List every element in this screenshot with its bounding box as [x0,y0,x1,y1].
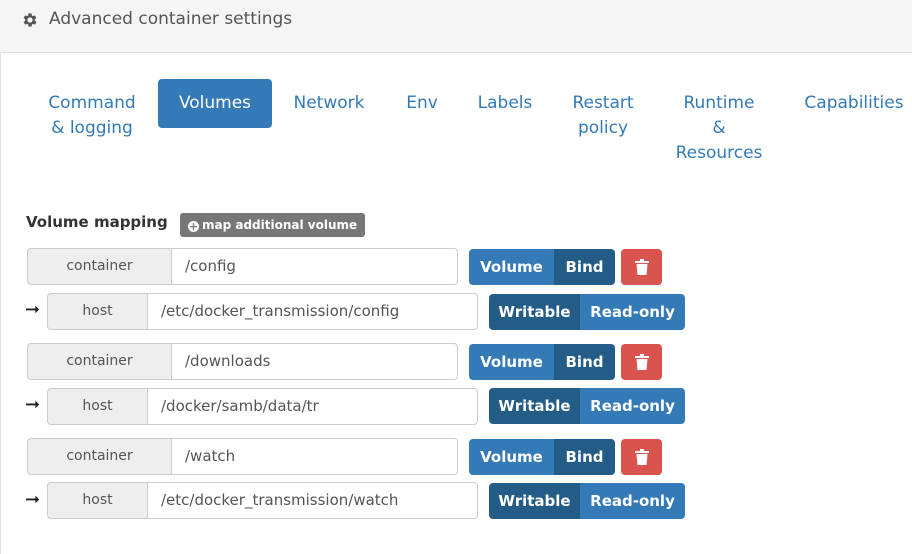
volume-type-button[interactable]: Volume [469,439,554,475]
volume-type-button[interactable]: Volume [469,249,554,285]
panel-header: Advanced container settings [0,0,912,53]
trash-icon [634,354,649,370]
tab-network[interactable]: Network [282,91,376,116]
host-label: host [47,293,148,330]
host-label: host [47,388,148,425]
writable-mode-button[interactable]: Writable [489,388,580,424]
delete-volume-button[interactable] [621,249,662,285]
bind-type-button[interactable]: Bind [554,249,615,285]
trash-icon [634,259,649,275]
container-label: container [27,343,172,380]
tab-command-logging[interactable]: Command & logging [36,91,148,141]
bind-type-button[interactable]: Bind [554,439,615,475]
map-additional-volume-button[interactable]: + map additional volume [180,213,365,237]
host-path-input[interactable]: /etc/docker_transmission/watch [148,482,478,519]
read-only-mode-button[interactable]: Read-only [580,294,685,330]
tab-restart-policy[interactable]: Restart policy [560,91,646,141]
tab-runtime-resources[interactable]: Runtime & Resources [664,91,774,166]
container-label: container [27,438,172,475]
tab-capabilities[interactable]: Capabilities [796,91,912,116]
container-path-input[interactable]: /watch [172,438,458,475]
container-path-input[interactable]: /downloads [172,343,458,380]
arrow-right-icon: ➞ [25,394,41,415]
host-path-input[interactable]: /etc/docker_transmission/config [148,293,478,330]
tab-env[interactable]: Env [396,91,448,116]
host-label: host [47,482,148,519]
bind-type-button[interactable]: Bind [554,344,615,380]
writable-mode-button[interactable]: Writable [489,483,580,519]
plus-circle-icon: + [188,220,199,233]
read-only-mode-button[interactable]: Read-only [580,483,685,519]
panel-title: Advanced container settings [49,9,293,29]
volume-mapping-label: Volume mapping [26,213,168,231]
delete-volume-button[interactable] [621,439,662,475]
volume-type-button[interactable]: Volume [469,344,554,380]
writable-mode-button[interactable]: Writable [489,294,580,330]
panel-border [0,53,1,554]
read-only-mode-button[interactable]: Read-only [580,388,685,424]
delete-volume-button[interactable] [621,344,662,380]
arrow-right-icon: ➞ [25,489,41,510]
host-path-input[interactable]: /docker/samb/data/tr [148,388,478,425]
trash-icon [634,449,649,465]
container-label: container [27,248,172,285]
container-path-input[interactable]: /config [172,248,458,285]
gear-icon [23,13,37,27]
tab-volumes[interactable]: Volumes [158,79,272,128]
arrow-right-icon: ➞ [25,299,41,320]
tab-labels[interactable]: Labels [466,91,544,116]
